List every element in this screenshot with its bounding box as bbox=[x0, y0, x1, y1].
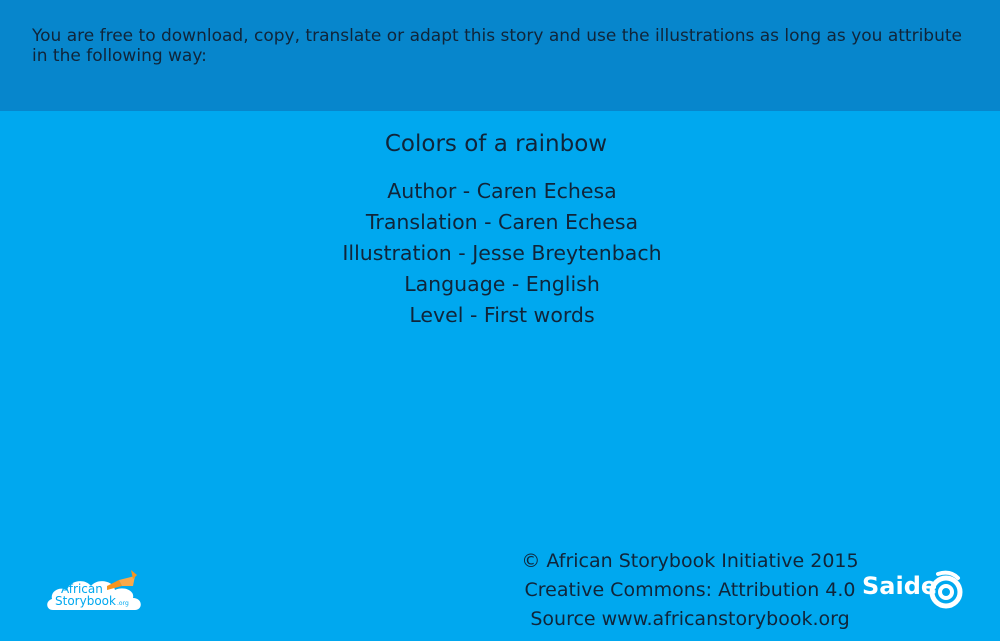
african-storybook-cloud-icon: African Storybook .org bbox=[47, 570, 141, 610]
svg-text:Storybook: Storybook bbox=[55, 594, 116, 608]
story-title: Colors of a rainbow bbox=[384, 131, 608, 157]
saide-logo: Saide bbox=[862, 570, 966, 612]
african-storybook-logo: African Storybook .org bbox=[45, 566, 145, 612]
saide-swirl-icon bbox=[929, 570, 963, 609]
copyright-line: © African Storybook Initiative 2015 bbox=[521, 550, 859, 572]
credit-translation: Translation - Caren Echesa bbox=[365, 210, 639, 234]
svg-text:.org: .org bbox=[117, 600, 129, 607]
credit-level: Level - First words bbox=[409, 303, 595, 327]
saide-wordmark: Saide bbox=[862, 572, 938, 600]
story-credits: Author - Caren Echesa Translation - Care… bbox=[0, 176, 1000, 331]
attribution-notice: You are free to download, copy, translat… bbox=[32, 26, 962, 66]
credit-illustration: Illustration - Jesse Breytenbach bbox=[342, 241, 662, 265]
license-footer: © African Storybook Initiative 2015 Crea… bbox=[500, 547, 880, 634]
credit-author: Author - Caren Echesa bbox=[387, 179, 617, 203]
credit-language: Language - English bbox=[404, 272, 600, 296]
source-line: Source www.africanstorybook.org bbox=[530, 608, 850, 630]
license-line: Creative Commons: Attribution 4.0 bbox=[524, 579, 856, 601]
attribution-banner: You are free to download, copy, translat… bbox=[0, 0, 1000, 111]
